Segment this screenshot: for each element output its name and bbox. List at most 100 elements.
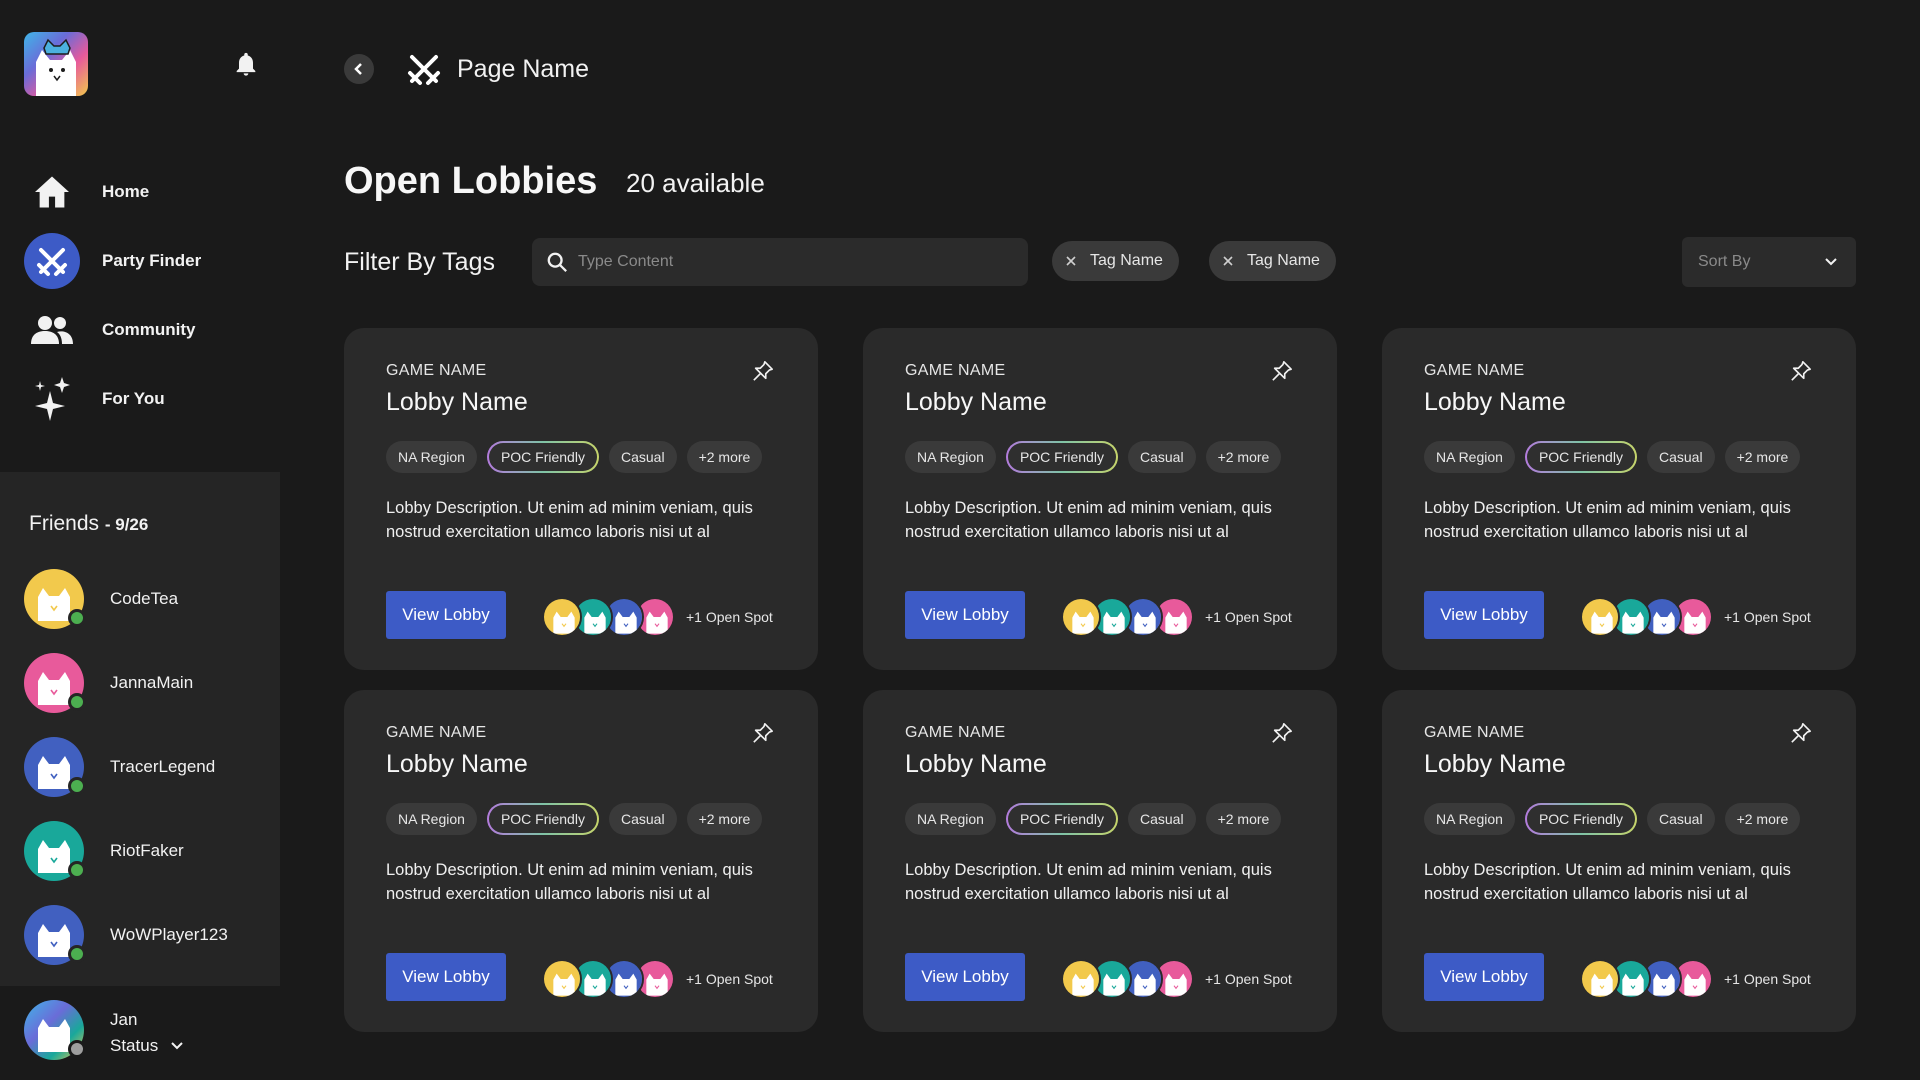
swords-icon bbox=[24, 233, 80, 289]
friends-panel: Friends - 9/26 CodeTea JannaMain TracerLeg… bbox=[0, 472, 280, 986]
notifications-bell-icon[interactable] bbox=[232, 50, 260, 78]
lobby-tag: POC Friendly bbox=[487, 803, 599, 835]
lobby-tag: Casual bbox=[608, 441, 677, 473]
lobby-tag: POC Friendly bbox=[487, 441, 599, 473]
friend-name: WoWPlayer123 bbox=[110, 925, 228, 944]
friend-avatar bbox=[24, 905, 86, 965]
view-lobby-button[interactable]: View Lobby bbox=[386, 953, 506, 1001]
search-input[interactable] bbox=[578, 253, 998, 271]
open-spots: +1 Open Spot bbox=[686, 609, 773, 625]
pin-icon[interactable] bbox=[1271, 722, 1293, 744]
user-panel: Jan Status bbox=[0, 986, 280, 1080]
user-name: Jan bbox=[110, 1010, 138, 1029]
lobby-card: GAME NAME Lobby Name NA Region POC Friendly… bbox=[863, 328, 1337, 670]
friend-avatar bbox=[24, 737, 86, 797]
game-name: GAME NAME bbox=[386, 362, 487, 379]
filter-tag-chip[interactable]: Tag Name bbox=[1209, 241, 1336, 281]
game-name: GAME NAME bbox=[905, 362, 1006, 379]
lobby-tag: NA Region bbox=[905, 803, 996, 835]
pin-icon[interactable] bbox=[1790, 722, 1812, 744]
lobby-tags: NA Region POC Friendly Casual +2 more bbox=[386, 441, 778, 473]
user-status-label: Status bbox=[110, 1036, 159, 1055]
view-lobby-button[interactable]: View Lobby bbox=[1424, 953, 1544, 1001]
nav-item-party-finder[interactable]: Party Finder bbox=[24, 233, 264, 289]
status-dot-online bbox=[68, 693, 86, 711]
sort-dropdown[interactable]: Sort By bbox=[1682, 237, 1856, 287]
filter-tag-chip[interactable]: Tag Name bbox=[1052, 241, 1179, 281]
member-avatars bbox=[1061, 597, 1195, 637]
lobby-tags: NA Region POC Friendly Casual +2 more bbox=[386, 803, 778, 835]
friends-title: Friends - 9/26 bbox=[29, 512, 148, 536]
view-lobby-button[interactable]: View Lobby bbox=[1424, 591, 1544, 639]
lobby-tags: NA Region POC Friendly Casual +2 more bbox=[1424, 803, 1816, 835]
chevron-down-icon bbox=[1825, 258, 1837, 266]
lobby-description: Lobby Description. Ut enim ad minim veni… bbox=[386, 861, 753, 903]
nav-item-community[interactable]: Community bbox=[24, 302, 264, 358]
view-lobby-button[interactable]: View Lobby bbox=[386, 591, 506, 639]
member-avatars bbox=[1580, 597, 1714, 637]
view-lobby-button[interactable]: View Lobby bbox=[905, 953, 1025, 1001]
nav-label: Party Finder bbox=[102, 251, 202, 270]
lobby-tag: +2 more bbox=[686, 441, 763, 473]
lobby-tag: Casual bbox=[608, 803, 677, 835]
tag-search-field[interactable] bbox=[532, 238, 1028, 286]
lobby-name: Lobby Name bbox=[386, 388, 528, 416]
lobby-card: GAME NAME Lobby Name NA Region POC Friendly… bbox=[344, 328, 818, 670]
friend-item[interactable]: WoWPlayer123 bbox=[24, 904, 264, 966]
chip-label: Tag Name bbox=[1247, 252, 1320, 269]
lobby-tag: POC Friendly bbox=[1525, 441, 1637, 473]
app-logo[interactable] bbox=[24, 32, 88, 96]
lobby-tag: Casual bbox=[1127, 441, 1196, 473]
status-dot-online bbox=[68, 861, 86, 879]
game-name: GAME NAME bbox=[1424, 724, 1525, 741]
page-name: Page Name bbox=[457, 55, 590, 83]
user-avatar[interactable] bbox=[24, 1000, 86, 1060]
page-title: Open Lobbies bbox=[344, 160, 598, 202]
lobby-tag: +2 more bbox=[686, 803, 763, 835]
open-spots: +1 Open Spot bbox=[1724, 609, 1811, 625]
lobby-name: Lobby Name bbox=[905, 750, 1047, 778]
lobby-tag: +2 more bbox=[1205, 803, 1282, 835]
pin-icon[interactable] bbox=[752, 722, 774, 744]
lobby-description: Lobby Description. Ut enim ad minim veni… bbox=[905, 499, 1272, 541]
friend-item[interactable]: RiotFaker bbox=[24, 820, 264, 882]
lobby-card: GAME NAME Lobby Name NA Region POC Friendly… bbox=[1382, 328, 1856, 670]
view-lobby-button[interactable]: View Lobby bbox=[905, 591, 1025, 639]
lobby-tag: Casual bbox=[1127, 803, 1196, 835]
lobby-tag: +2 more bbox=[1724, 441, 1801, 473]
nav-item-home[interactable]: Home bbox=[24, 164, 264, 220]
chevron-down-icon bbox=[171, 1042, 183, 1050]
member-avatars bbox=[542, 597, 676, 637]
nav-item-for-you[interactable]: For You bbox=[24, 371, 264, 427]
member-avatar bbox=[1580, 959, 1620, 999]
user-status-dropdown[interactable]: Status bbox=[110, 1036, 184, 1056]
lobby-tag: POC Friendly bbox=[1006, 441, 1118, 473]
status-dot-online bbox=[68, 777, 86, 795]
member-avatar bbox=[542, 959, 582, 999]
lobby-tags: NA Region POC Friendly Casual +2 more bbox=[905, 803, 1297, 835]
member-avatars bbox=[542, 959, 676, 999]
friend-item[interactable]: TracerLegend bbox=[24, 736, 264, 798]
friend-name: RiotFaker bbox=[110, 841, 184, 860]
back-button[interactable] bbox=[344, 54, 374, 84]
friend-item[interactable]: JannaMain bbox=[24, 652, 264, 714]
close-icon[interactable] bbox=[1221, 254, 1235, 268]
open-spots: +1 Open Spot bbox=[1205, 971, 1292, 987]
close-icon[interactable] bbox=[1064, 254, 1078, 268]
filter-label: Filter By Tags bbox=[344, 248, 495, 276]
member-avatar bbox=[1061, 959, 1101, 999]
nav-label: Community bbox=[102, 320, 196, 339]
friends-label: Friends bbox=[29, 512, 100, 535]
game-name: GAME NAME bbox=[905, 724, 1006, 741]
lobby-tag: POC Friendly bbox=[1006, 803, 1118, 835]
status-dot-online bbox=[68, 945, 86, 963]
lobby-tags: NA Region POC Friendly Casual +2 more bbox=[905, 441, 1297, 473]
friend-item[interactable]: CodeTea bbox=[24, 568, 264, 630]
home-icon bbox=[24, 164, 80, 220]
pin-icon[interactable] bbox=[752, 360, 774, 382]
pin-icon[interactable] bbox=[1271, 360, 1293, 382]
lobby-description: Lobby Description. Ut enim ad minim veni… bbox=[386, 499, 753, 541]
open-spots: +1 Open Spot bbox=[1205, 609, 1292, 625]
pin-icon[interactable] bbox=[1790, 360, 1812, 382]
app-root: Home Party Finder Community For You Frie… bbox=[0, 0, 1920, 1080]
